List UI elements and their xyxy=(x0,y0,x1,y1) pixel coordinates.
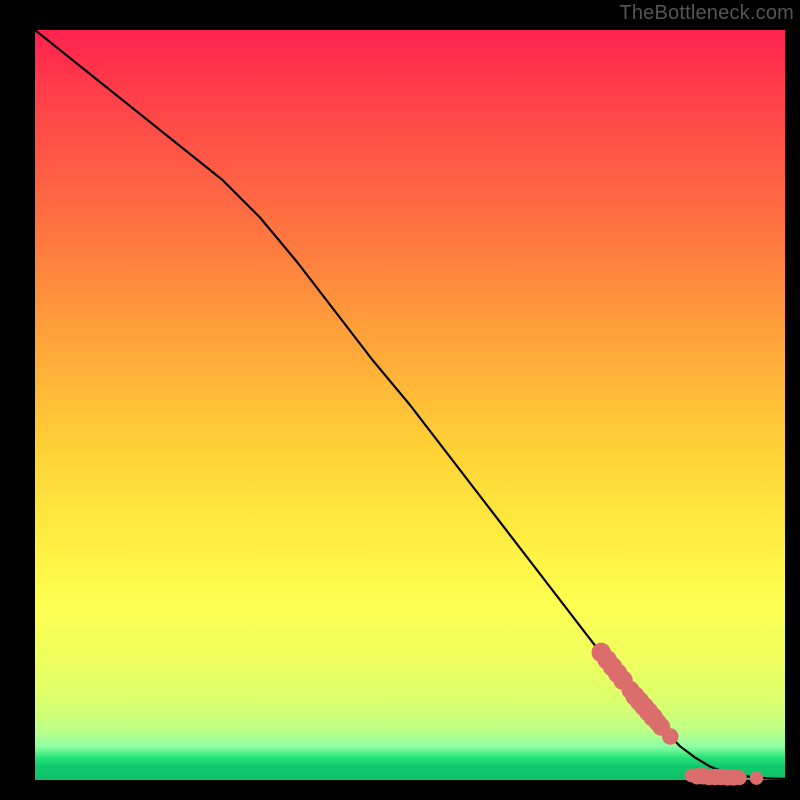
chart-marker xyxy=(732,770,747,785)
plot-area xyxy=(35,30,785,780)
chart-line xyxy=(35,30,785,779)
chart-markers xyxy=(592,643,764,786)
chart-marker xyxy=(750,771,764,785)
chart-frame: TheBottleneck.com xyxy=(0,0,800,800)
chart-marker xyxy=(662,728,679,745)
watermark-text: TheBottleneck.com xyxy=(619,2,794,25)
chart-svg xyxy=(35,30,785,780)
